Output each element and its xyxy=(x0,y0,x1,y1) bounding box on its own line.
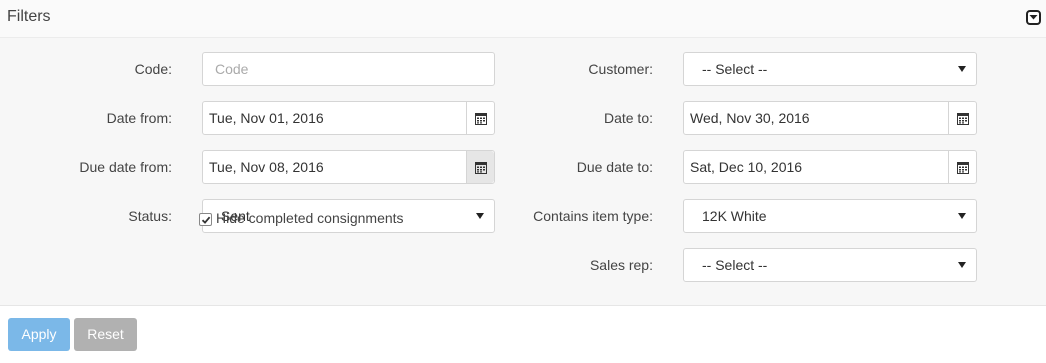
date-to-input[interactable] xyxy=(684,102,946,134)
reset-button[interactable]: Reset xyxy=(74,318,137,351)
calendar-icon xyxy=(957,162,969,174)
chevron-down-icon xyxy=(958,262,966,268)
item-type-selected-value: 12K White xyxy=(702,208,767,224)
customer-select[interactable]: -- Select -- xyxy=(683,52,977,86)
calendar-icon xyxy=(957,113,969,125)
collapse-toggle-icon[interactable] xyxy=(1026,10,1041,25)
customer-label: Customer: xyxy=(588,61,653,77)
filters-panel: Filters Code: Date from: Due date from: … xyxy=(0,0,1046,363)
due-date-to-calendar-button[interactable] xyxy=(948,151,976,183)
item-type-label: Contains item type: xyxy=(533,208,653,224)
panel-title: Filters xyxy=(7,8,51,25)
chevron-down-icon xyxy=(958,213,966,219)
due-date-to-field[interactable] xyxy=(683,150,977,184)
date-to-calendar-button[interactable] xyxy=(948,102,976,134)
chevron-down-icon xyxy=(958,66,966,72)
sales-rep-select[interactable]: -- Select -- xyxy=(683,248,977,282)
due-date-to-input[interactable] xyxy=(684,151,946,183)
date-to-field[interactable] xyxy=(683,101,977,135)
sales-rep-label: Sales rep: xyxy=(589,257,653,273)
sales-rep-selected-value: -- Select -- xyxy=(702,257,768,273)
due-date-to-label: Due date to: xyxy=(576,159,653,175)
item-type-select[interactable]: 12K White xyxy=(683,199,977,233)
date-to-label: Date to: xyxy=(603,110,653,126)
apply-button[interactable]: Apply xyxy=(8,318,70,351)
panel-header: Filters xyxy=(0,0,1046,38)
customer-selected-value: -- Select -- xyxy=(702,61,768,77)
